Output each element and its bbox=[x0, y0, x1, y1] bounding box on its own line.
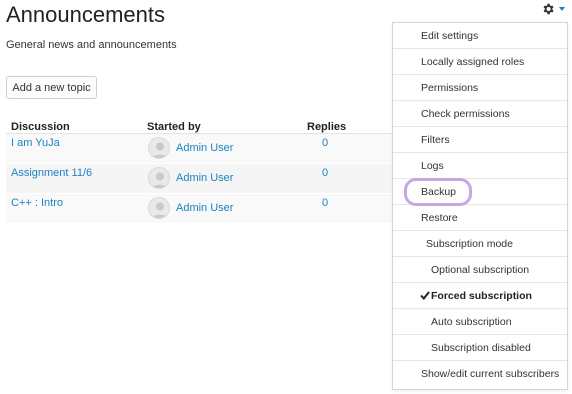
author-link[interactable]: Admin User bbox=[176, 202, 233, 214]
menu-item-check-permissions[interactable]: Check permissions bbox=[393, 101, 567, 127]
table-row: C++ : Intro Admin User 0 bbox=[6, 194, 394, 224]
menu-item-auto-subscription[interactable]: Auto subscription bbox=[393, 309, 567, 335]
add-new-topic-button[interactable]: Add a new topic bbox=[6, 76, 97, 99]
menu-item-edit-settings[interactable]: Edit settings bbox=[393, 23, 567, 49]
menu-item-backup[interactable]: Backup bbox=[393, 179, 567, 205]
page-title: Announcements bbox=[6, 2, 165, 27]
table-header: Discussion Started by Replies bbox=[6, 120, 394, 134]
author-link[interactable]: Admin User bbox=[176, 172, 233, 184]
settings-menu-toggle[interactable] bbox=[541, 0, 571, 18]
settings-dropdown-menu: Edit settings Locally assigned roles Per… bbox=[392, 22, 568, 390]
replies-link[interactable]: 0 bbox=[322, 167, 328, 179]
menu-item-show-edit-subscribers[interactable]: Show/edit current subscribers bbox=[393, 361, 567, 387]
avatar[interactable] bbox=[148, 197, 170, 219]
user-silhouette-icon bbox=[151, 172, 169, 188]
header-started-by[interactable]: Started by bbox=[147, 121, 201, 133]
menu-item-subscription-disabled[interactable]: Subscription disabled bbox=[393, 335, 567, 361]
header-replies[interactable]: Replies bbox=[307, 121, 346, 133]
gear-icon bbox=[543, 3, 554, 15]
discussion-link[interactable]: Assignment 11/6 bbox=[11, 167, 92, 179]
menu-item-permissions[interactable]: Permissions bbox=[393, 75, 567, 101]
table-body: I am YuJa Admin User 0 Assignment 11/6 A… bbox=[6, 134, 394, 224]
checkmark-icon bbox=[420, 291, 430, 300]
menu-item-subscription-mode[interactable]: Subscription mode bbox=[393, 231, 567, 257]
menu-item-label: Forced subscription bbox=[431, 289, 532, 302]
table-row: Assignment 11/6 Admin User 0 bbox=[6, 164, 394, 194]
menu-item-locally-assigned-roles[interactable]: Locally assigned roles bbox=[393, 49, 567, 75]
menu-item-optional-subscription[interactable]: Optional subscription bbox=[393, 257, 567, 283]
avatar[interactable] bbox=[148, 167, 170, 189]
menu-item-forced-subscription[interactable]: Forced subscription bbox=[393, 283, 567, 309]
replies-link[interactable]: 0 bbox=[322, 197, 328, 209]
menu-item-restore[interactable]: Restore bbox=[393, 205, 567, 231]
menu-item-logs[interactable]: Logs bbox=[393, 153, 567, 179]
forum-intro: General news and announcements bbox=[6, 39, 177, 51]
chevron-down-icon bbox=[559, 7, 565, 11]
author-link[interactable]: Admin User bbox=[176, 142, 233, 154]
table-row: I am YuJa Admin User 0 bbox=[6, 134, 394, 164]
header-discussion[interactable]: Discussion bbox=[11, 121, 70, 133]
avatar[interactable] bbox=[148, 137, 170, 159]
replies-link[interactable]: 0 bbox=[322, 137, 328, 149]
discussion-link[interactable]: C++ : Intro bbox=[11, 197, 63, 209]
discussion-link[interactable]: I am YuJa bbox=[11, 137, 60, 149]
discussion-table: Discussion Started by Replies I am YuJa … bbox=[6, 120, 394, 224]
user-silhouette-icon bbox=[151, 202, 169, 218]
menu-item-filters[interactable]: Filters bbox=[393, 127, 567, 153]
user-silhouette-icon bbox=[151, 142, 169, 158]
